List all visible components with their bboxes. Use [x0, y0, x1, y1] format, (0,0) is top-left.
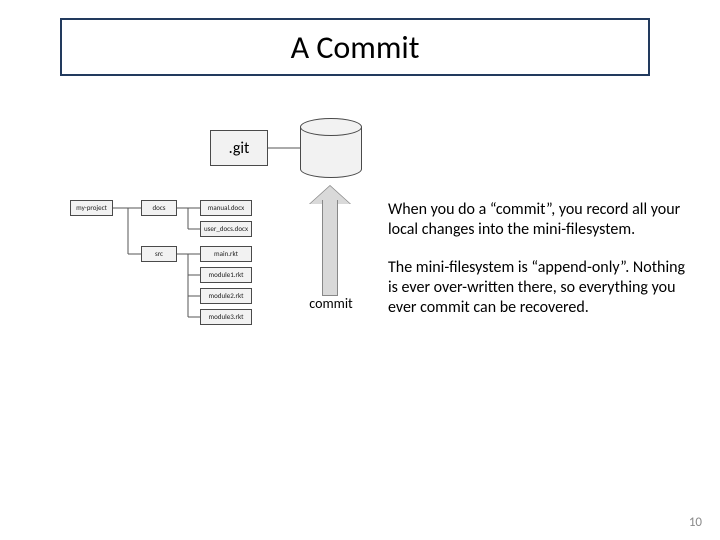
tree-node-main: main.rkt — [200, 246, 252, 262]
tree-node-root: my-project — [70, 200, 113, 216]
database-cylinder-icon — [300, 118, 362, 178]
tree-node-manual: manual.docx — [200, 200, 252, 216]
tree-node-module2: module2.rkt — [200, 288, 252, 304]
tree-node-docs: docs — [141, 200, 177, 216]
slide-body-text: When you do a “commit”, you record all y… — [388, 200, 688, 336]
commit-label: commit — [296, 295, 366, 312]
tree-node-module1: module1.rkt — [200, 267, 252, 283]
git-folder-label: .git — [229, 139, 250, 158]
tree-node-userdocs: user_docs.docx — [200, 221, 252, 237]
tree-node-src: src — [141, 246, 177, 262]
slide-title: A Commit — [291, 28, 420, 67]
slide-title-frame: A Commit — [60, 18, 650, 76]
commit-arrow-icon — [310, 186, 350, 296]
tree-node-module3: module3.rkt — [200, 309, 252, 325]
paragraph-1: When you do a “commit”, you record all y… — [388, 200, 688, 240]
git-folder-box: .git — [210, 130, 268, 166]
paragraph-2: The mini-filesystem is “append-only”. No… — [388, 258, 688, 318]
slide-number: 10 — [689, 515, 702, 530]
